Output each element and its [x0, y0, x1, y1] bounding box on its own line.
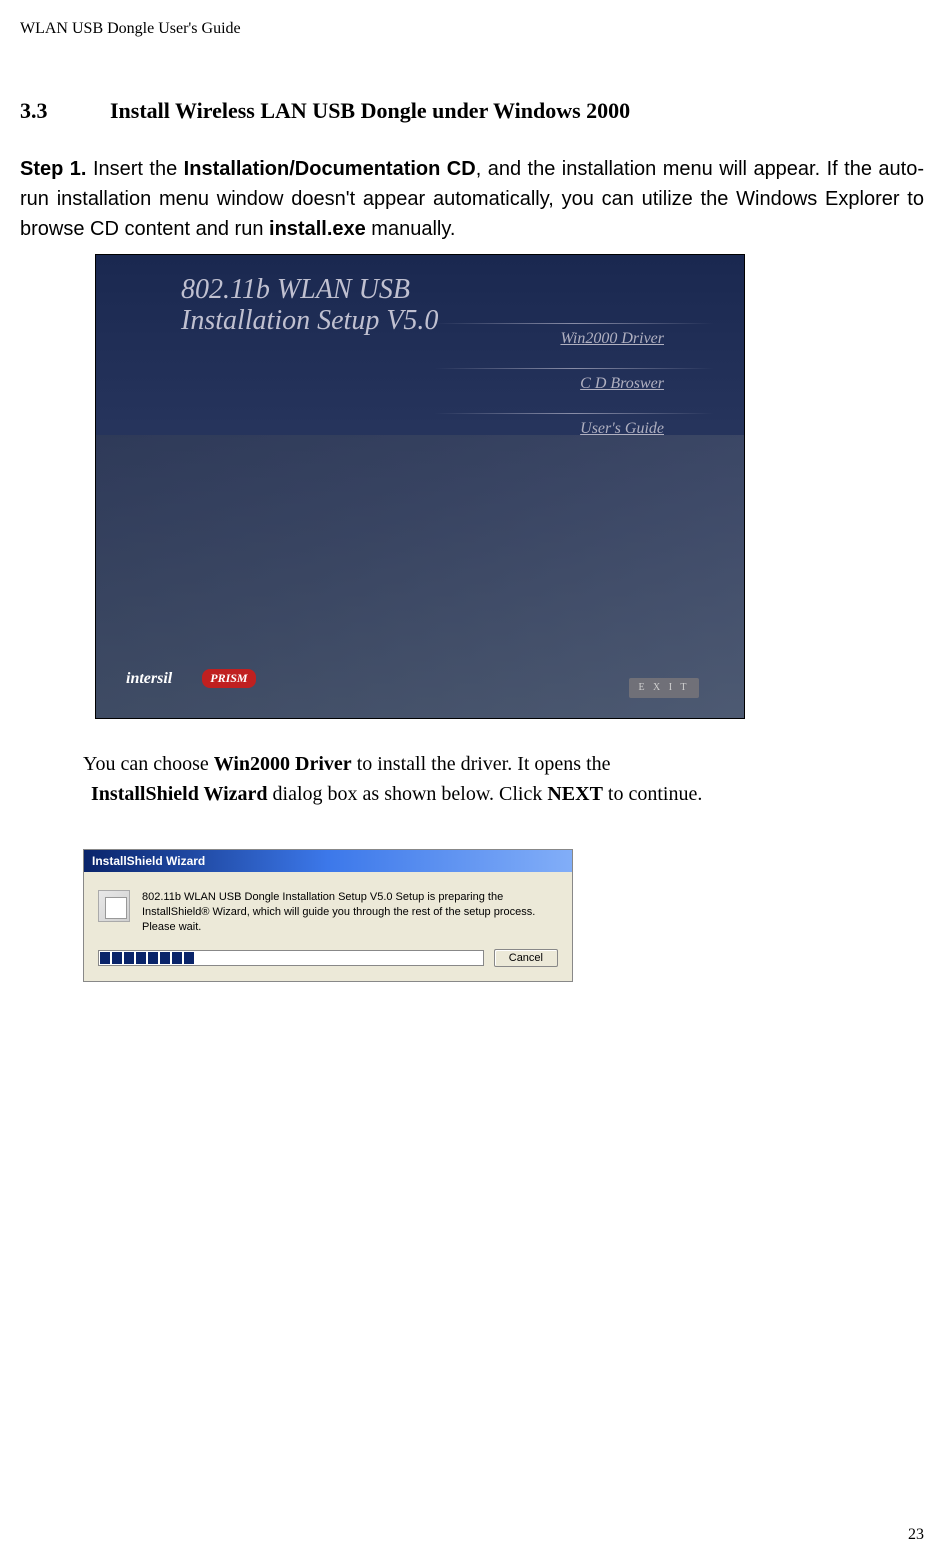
wizard-titlebar: InstallShield Wizard [84, 850, 572, 872]
progress-block [160, 952, 170, 964]
progress-block [184, 952, 194, 964]
section-number: 3.3 [20, 98, 110, 124]
after-line2-mid: dialog box as shown below. Click [268, 783, 548, 805]
section-heading: 3.3Install Wireless LAN USB Dongle under… [20, 98, 924, 124]
after-image-paragraph: You can choose Win2000 Driver to install… [83, 749, 924, 809]
after-line2-post: to continue. [603, 783, 702, 805]
after-line2-bold2: NEXT [547, 783, 603, 805]
installer-logos: intersil PRISM [126, 669, 256, 688]
section-title-text: Install Wireless LAN USB Dongle under Wi… [110, 98, 630, 123]
installer-link-cdbrowser[interactable]: C D Broswer [580, 375, 664, 393]
wizard-footer: Cancel [84, 949, 572, 981]
installer-link-win2000[interactable]: Win2000 Driver [560, 330, 664, 348]
progress-block [148, 952, 158, 964]
after-line1-bold: Win2000 Driver [214, 753, 352, 775]
installer-separator [434, 413, 714, 414]
after-line1-post: to install the driver. It opens the [352, 753, 611, 775]
installer-title-line1: 802.11b WLAN USB [181, 274, 410, 305]
prism-logo: PRISM [202, 669, 255, 688]
step-bold-cd: Installation/Documentation CD [184, 158, 476, 180]
wizard-body: 802.11b WLAN USB Dongle Installation Set… [84, 872, 572, 949]
installshield-wizard-dialog: InstallShield Wizard 802.11b WLAN USB Do… [83, 849, 573, 982]
progress-block [112, 952, 122, 964]
installer-separator [434, 368, 714, 369]
step-bold-exe: install.exe [269, 218, 366, 240]
after-line1-pre: You can choose [83, 753, 214, 775]
installer-screenshot: 802.11b WLAN USB Installation Setup V5.0… [95, 254, 745, 719]
step-paragraph: Step 1. Insert the Installation/Document… [20, 154, 924, 244]
progress-block [100, 952, 110, 964]
step-text-pre: Insert the [93, 158, 184, 180]
progress-block [136, 952, 146, 964]
installer-title-line2: Installation Setup V5.0 [181, 305, 438, 336]
intersil-logo: intersil [126, 670, 172, 688]
wizard-icon [98, 890, 130, 922]
step-label: Step 1. [20, 158, 86, 180]
progress-block [124, 952, 134, 964]
installer-separator [434, 323, 714, 324]
document-header: WLAN USB Dongle User's Guide [20, 20, 924, 38]
wizard-body-text: 802.11b WLAN USB Dongle Installation Set… [142, 890, 558, 935]
wizard-progress-bar [98, 950, 484, 966]
step-text-post: manually. [366, 218, 456, 240]
installer-title: 802.11b WLAN USB Installation Setup V5.0 [96, 255, 744, 337]
progress-block [172, 952, 182, 964]
installer-link-usersguide[interactable]: User's Guide [580, 420, 664, 438]
wizard-cancel-button[interactable]: Cancel [494, 949, 558, 967]
page-number: 23 [908, 1526, 924, 1544]
after-line2-bold1: InstallShield Wizard [91, 783, 268, 805]
installer-exit-button[interactable]: E X I T [629, 678, 699, 698]
